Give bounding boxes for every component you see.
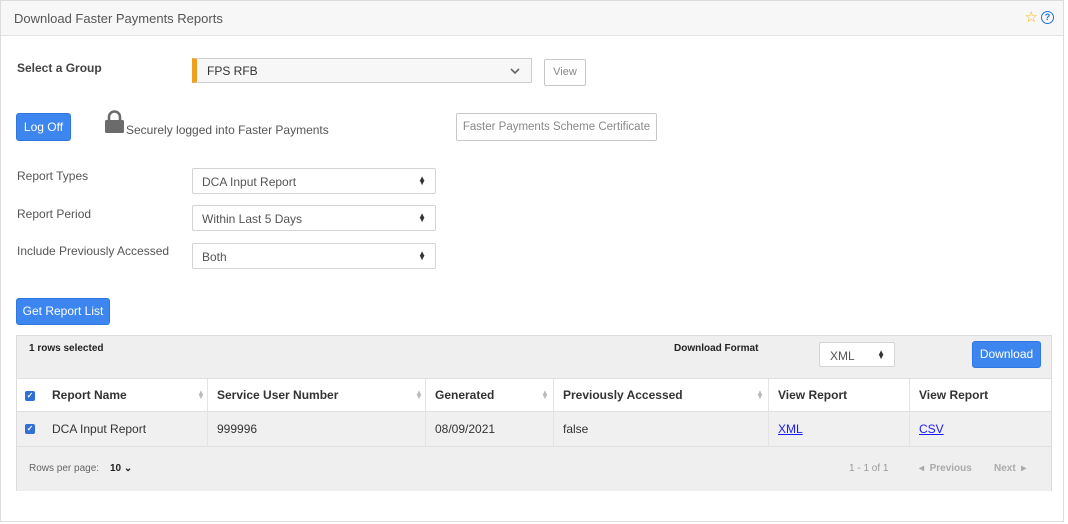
caret-right-icon: ▸ — [1021, 463, 1027, 474]
xml-report-link[interactable]: XML — [778, 422, 803, 436]
report-period-label: Report Period — [17, 207, 92, 221]
panel-title: Download Faster Payments Reports — [14, 11, 223, 26]
rows-per-page-value: 10 — [110, 463, 122, 474]
download-format-value: XML — [830, 349, 855, 363]
group-select[interactable]: FPS RFB — [192, 58, 532, 83]
group-label: Select a Group — [17, 61, 102, 75]
column-divider — [425, 379, 426, 411]
column-divider — [553, 379, 554, 411]
csv-report-link[interactable]: CSV — [919, 422, 944, 436]
column-divider — [207, 412, 208, 446]
star-icon[interactable]: ☆ — [1025, 10, 1038, 25]
login-status-text: Securely logged into Faster Payments — [126, 123, 329, 137]
select-arrows-icon: ▲ ▼ — [877, 348, 885, 361]
rows-per-page-label: Rows per page: — [29, 463, 100, 474]
include-accessed-value: Both — [202, 250, 227, 264]
col-service-user-number[interactable]: Service User Number — [217, 379, 338, 411]
col-previously-accessed[interactable]: Previously Accessed — [563, 379, 683, 411]
cell-previously-accessed: false — [563, 422, 589, 436]
column-divider — [207, 379, 208, 411]
report-period-select[interactable]: Within Last 5 Days ▲ ▼ — [192, 205, 436, 231]
row-checkbox[interactable]: ✓ — [25, 424, 35, 434]
col-view-report-xml: View Report — [778, 388, 848, 402]
column-divider — [909, 379, 910, 411]
caret-left-icon: ◂ — [919, 463, 925, 474]
report-types-value: DCA Input Report — [202, 175, 297, 189]
lock-icon — [105, 110, 124, 133]
report-period-value: Within Last 5 Days — [202, 212, 303, 226]
chevron-down-icon — [510, 68, 520, 75]
previous-label: Previous — [929, 463, 972, 474]
log-off-button[interactable]: Log Off — [16, 113, 71, 141]
group-select-value: FPS RFB — [207, 64, 258, 78]
header-icons: ☆ ? — [1025, 10, 1054, 25]
download-button[interactable]: Download — [972, 341, 1041, 368]
report-table: 1 rows selected Download Format XML ▲ ▼ D… — [16, 335, 1052, 491]
column-divider — [425, 412, 426, 446]
get-report-list-button[interactable]: Get Report List — [16, 298, 110, 325]
certificate-button[interactable]: Faster Payments Scheme Certificate — [456, 113, 657, 141]
page-info: 1 - 1 of 1 — [849, 463, 889, 474]
rows-selected-text: 1 rows selected — [29, 343, 104, 354]
col-generated[interactable]: Generated — [435, 379, 494, 411]
column-divider — [768, 412, 769, 446]
chevron-down-icon: ⌄ — [123, 463, 133, 474]
column-divider — [553, 412, 554, 446]
view-button[interactable]: View — [544, 59, 586, 86]
cell-report-name: DCA Input Report — [52, 422, 147, 436]
next-label: Next — [994, 463, 1016, 474]
cell-generated: 08/09/2021 — [435, 422, 496, 436]
select-arrows-icon: ▲ ▼ — [418, 174, 426, 187]
help-icon[interactable]: ? — [1041, 11, 1054, 24]
select-arrows-icon: ▲ ▼ — [418, 249, 426, 262]
previous-page-button[interactable]: ◂ Previous — [919, 463, 972, 474]
panel-header: Download Faster Payments Reports ☆ ? — [1, 1, 1063, 36]
sort-icon[interactable]: ▲ ▼ — [756, 389, 764, 401]
column-divider — [768, 379, 769, 411]
rows-per-page-select[interactable]: 10 ⌄ — [110, 463, 132, 474]
include-accessed-select[interactable]: Both ▲ ▼ — [192, 243, 436, 269]
include-accessed-label: Include Previously Accessed — [17, 244, 170, 258]
table-toolbar: 1 rows selected Download Format XML ▲ ▼ D… — [17, 336, 1051, 378]
cell-service-user-number: 999996 — [217, 422, 258, 436]
select-all-checkbox[interactable]: ✓ — [25, 391, 35, 401]
reports-panel: Download Faster Payments Reports ☆ ? Sel… — [0, 0, 1064, 522]
sort-icon[interactable]: ▲ ▼ — [541, 389, 549, 401]
sort-icon[interactable]: ▲ ▼ — [197, 389, 205, 401]
table-row[interactable]: ✓ DCA Input Report 999996 08/09/2021 fal… — [17, 412, 1051, 447]
download-format-select[interactable]: XML ▲ ▼ — [819, 342, 895, 367]
download-format-label: Download Format — [674, 343, 759, 354]
report-types-select[interactable]: DCA Input Report ▲ ▼ — [192, 168, 436, 194]
report-types-label: Report Types — [17, 169, 89, 183]
sort-icon[interactable]: ▲ ▼ — [415, 389, 423, 401]
next-page-button[interactable]: Next ▸ — [994, 463, 1026, 474]
table-footer: Rows per page: 10 ⌄ 1 - 1 of 1 ◂ Previou… — [17, 447, 1051, 491]
table-header: ✓ Report Name ▲ ▼ Service User Number ▲ ▼ … — [17, 378, 1051, 412]
select-arrows-icon: ▲ ▼ — [418, 211, 426, 224]
col-view-report-csv: View Report — [919, 388, 989, 402]
col-report-name[interactable]: Report Name — [52, 379, 127, 411]
column-divider — [909, 412, 910, 446]
